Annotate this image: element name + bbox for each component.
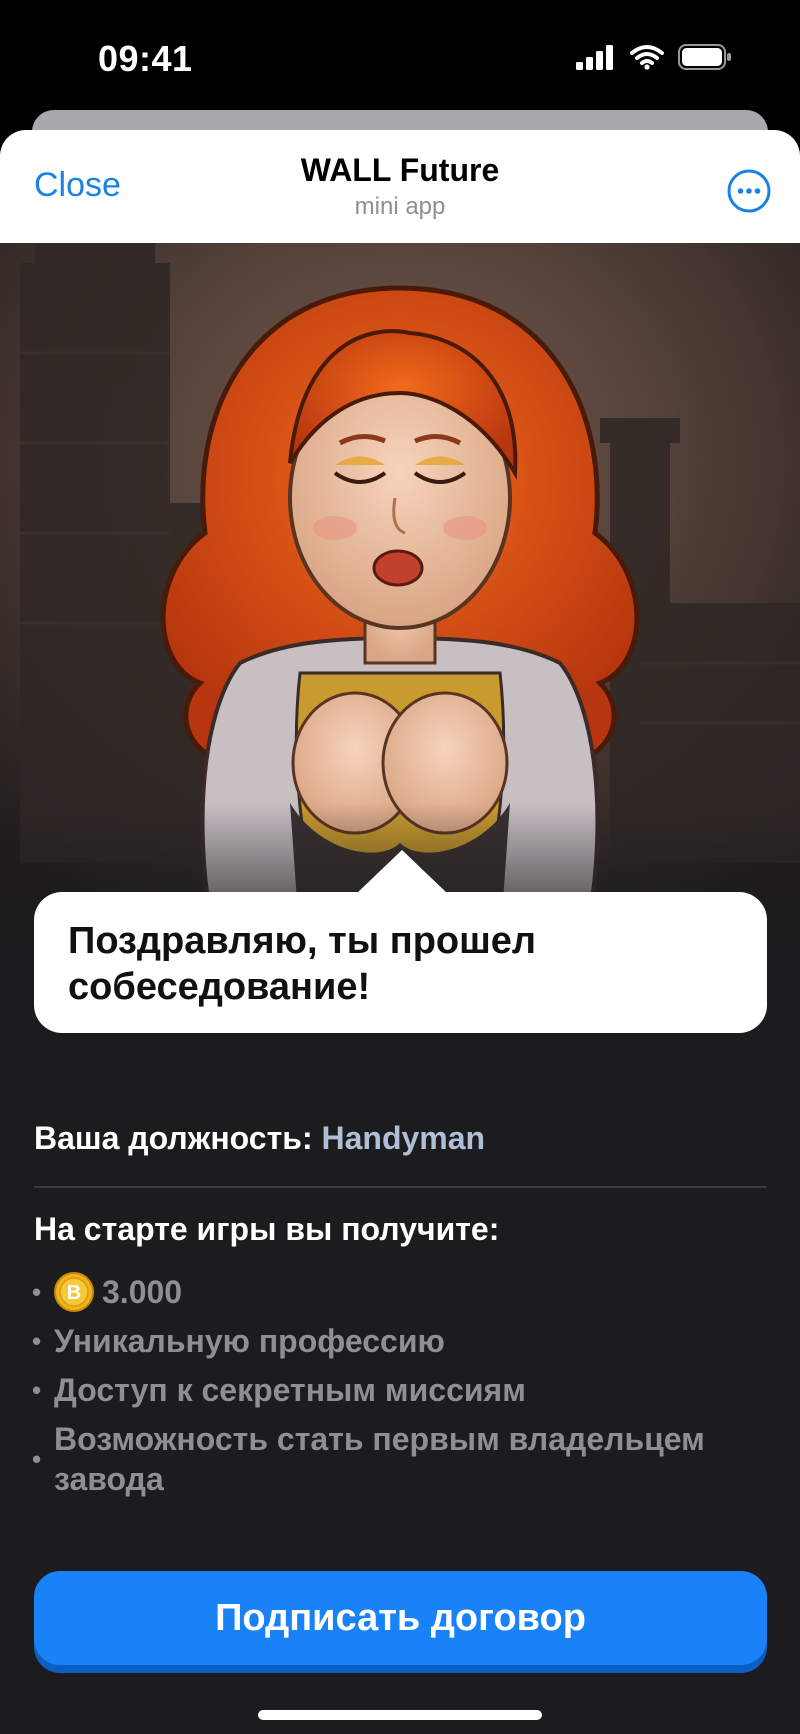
wifi-icon	[630, 45, 664, 70]
reward-text: Уникальную профессию	[54, 1323, 445, 1359]
mini-app-sheet: Close WALL Future mini app Поздравляю, т…	[0, 130, 800, 1734]
list-item: • Возможность стать первым владельцем за…	[32, 1419, 772, 1499]
bubble-tail	[356, 850, 448, 894]
status-icons	[576, 44, 732, 70]
app-title: WALL Future	[300, 152, 500, 188]
mini-app-header: Close WALL Future mini app	[0, 130, 800, 243]
position-label: Ваша должность:	[34, 1120, 313, 1156]
bullet-icon: •	[32, 1375, 42, 1405]
svg-text:B: B	[67, 1282, 81, 1304]
battery-icon	[678, 44, 731, 70]
list-item: • B 3.000	[32, 1272, 772, 1312]
sign-contract-button[interactable]: Подписать договор	[34, 1571, 767, 1665]
coin-icon: B	[54, 1272, 94, 1312]
position-value: Handyman	[321, 1120, 486, 1156]
bullet-icon: •	[32, 1277, 42, 1307]
bullet-icon: •	[32, 1326, 42, 1356]
reward-heading: На старте игры вы получите:	[34, 1211, 500, 1247]
bubble-text: Поздравляю, ты прошел собеседование!	[68, 920, 537, 1008]
list-item: • Доступ к секретным миссиям	[32, 1370, 772, 1410]
reward-text: Доступ к секретным миссиям	[54, 1372, 526, 1408]
divider	[34, 1186, 767, 1188]
reward-text: Возможность стать первым владельцем заво…	[54, 1421, 705, 1497]
app-subtitle: mini app	[354, 193, 446, 220]
position-line: Ваша должность: Handyman	[34, 1120, 485, 1157]
bullet-icon: •	[32, 1444, 42, 1474]
title-block: WALL Future mini app	[0, 152, 800, 221]
reward-text: 3.000	[102, 1274, 183, 1310]
home-indicator	[258, 1710, 542, 1720]
status-time: 09:41	[98, 38, 193, 79]
status-bar: 09:41	[0, 0, 800, 110]
reward-list: • B 3.000 • Уникальную профессию • Досту…	[32, 1272, 772, 1508]
speech-bubble: Поздравляю, ты прошел собеседование!	[34, 892, 767, 1033]
more-icon[interactable]	[726, 168, 772, 214]
signal-icon	[576, 45, 613, 70]
screen: 09:41 Close WALL Future mini app Поздрав…	[0, 0, 800, 1734]
list-item: • Уникальную профессию	[32, 1321, 772, 1361]
